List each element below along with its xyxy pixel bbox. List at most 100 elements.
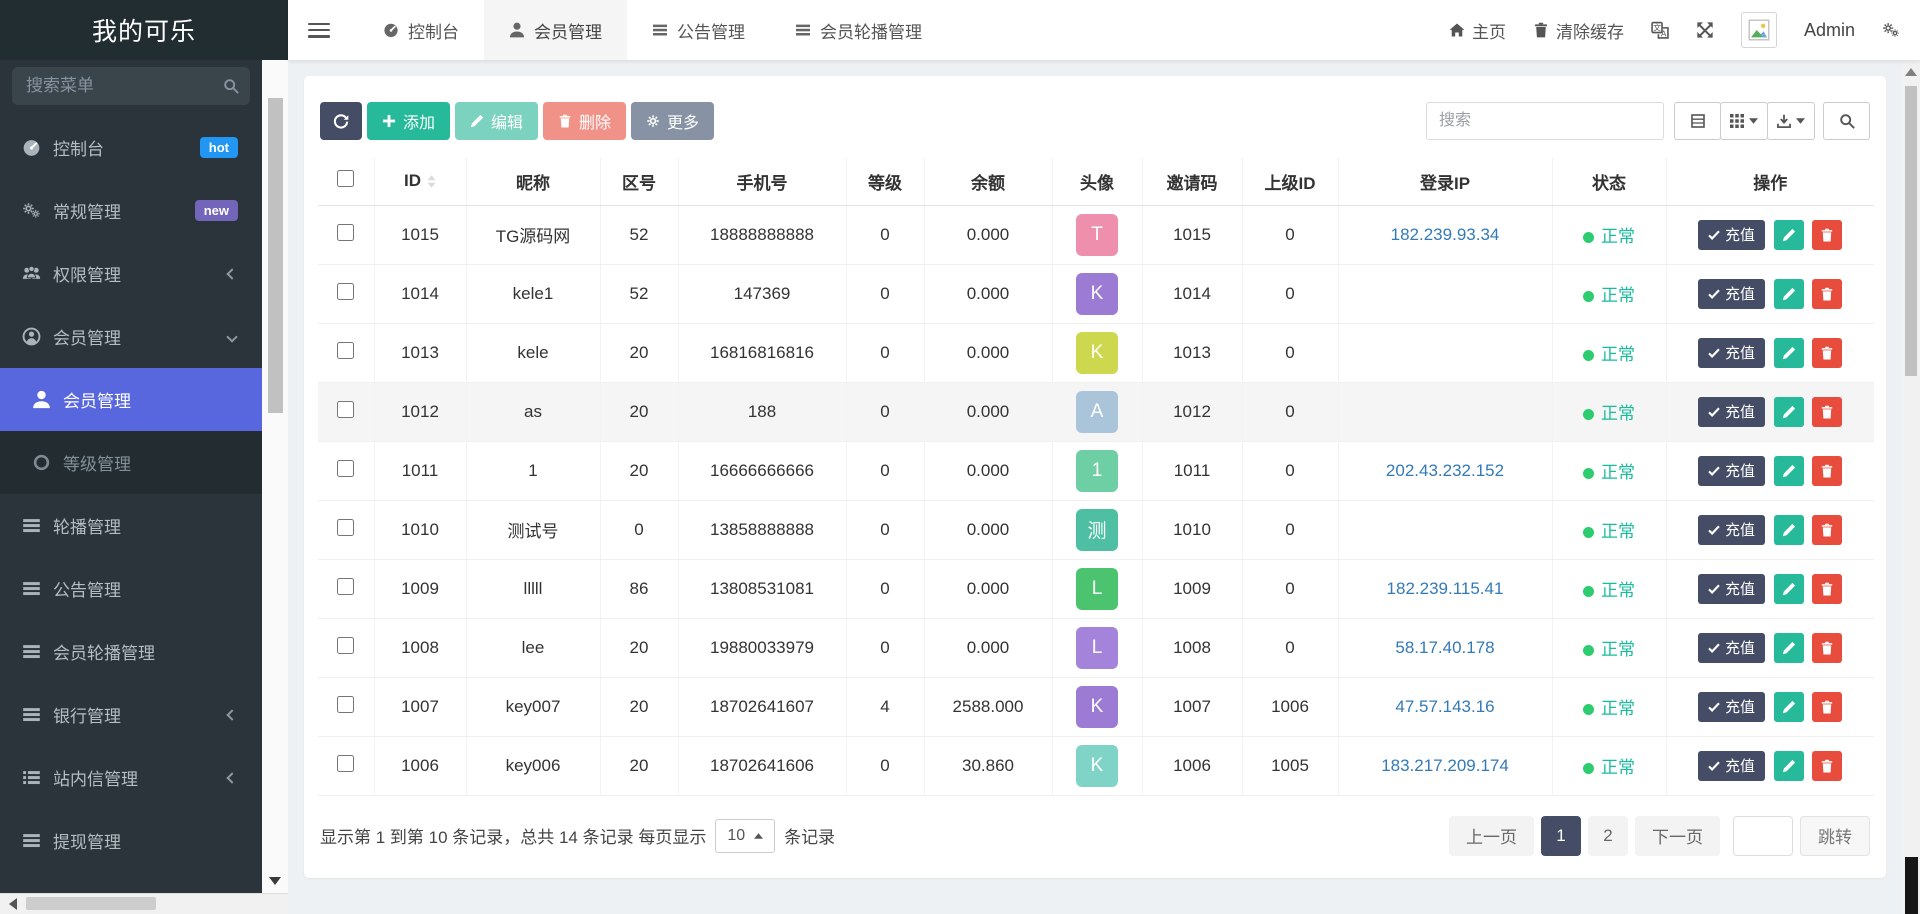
row-checkbox[interactable] (337, 755, 354, 772)
edit-button[interactable]: 编辑 (455, 102, 538, 140)
scroll-left-icon[interactable] (9, 898, 17, 910)
row-edit-button[interactable] (1774, 515, 1804, 545)
sidebar-item[interactable]: 会员管理 (0, 305, 262, 368)
recharge-button[interactable]: 充值 (1698, 338, 1765, 368)
search-button[interactable] (1823, 102, 1870, 140)
row-edit-button[interactable] (1774, 279, 1804, 309)
jump-button[interactable]: 跳转 (1800, 816, 1870, 856)
sidebar-item[interactable]: 站内信管理 (0, 746, 262, 809)
scroll-up-icon[interactable] (1905, 68, 1917, 76)
row-edit-button[interactable] (1774, 456, 1804, 486)
row-checkbox[interactable] (337, 401, 354, 418)
scrollbar-thumb[interactable] (268, 98, 283, 413)
recharge-button[interactable]: 充值 (1698, 751, 1765, 781)
table-search-input[interactable] (1426, 102, 1664, 140)
sidebar-scrollbar[interactable] (262, 60, 288, 893)
header-id[interactable]: ID (374, 158, 466, 205)
row-checkbox[interactable] (337, 224, 354, 241)
row-edit-button[interactable] (1774, 692, 1804, 722)
ip-link[interactable]: 182.239.115.41 (1387, 579, 1504, 598)
user-avatar[interactable] (1741, 12, 1777, 48)
recharge-button[interactable]: 充值 (1698, 515, 1765, 545)
row-delete-button[interactable] (1812, 633, 1842, 663)
recharge-button[interactable]: 充值 (1698, 633, 1765, 663)
sidebar-item[interactable]: 公告管理 (0, 557, 262, 620)
ip-link[interactable]: 47.57.143.16 (1395, 697, 1494, 716)
row-checkbox[interactable] (337, 578, 354, 595)
more-button[interactable]: 更多 (631, 102, 714, 140)
fullscreen-button[interactable] (1696, 21, 1714, 39)
export-button[interactable] (1767, 102, 1815, 140)
row-checkbox[interactable] (337, 283, 354, 300)
jump-page-input[interactable] (1733, 816, 1793, 856)
row-checkbox[interactable] (337, 460, 354, 477)
row-edit-button[interactable] (1774, 397, 1804, 427)
row-delete-button[interactable] (1812, 220, 1842, 250)
row-delete-button[interactable] (1812, 515, 1842, 545)
hscrollbar-thumb[interactable] (26, 897, 156, 910)
row-checkbox[interactable] (337, 519, 354, 536)
add-button[interactable]: 添加 (367, 102, 450, 140)
row-delete-button[interactable] (1812, 279, 1842, 309)
sidebar-item[interactable]: 提现管理 (0, 809, 262, 872)
sidebar-item[interactable]: 银行管理 (0, 683, 262, 746)
columns-button[interactable] (1720, 102, 1768, 140)
next-page-button[interactable]: 下一页 (1635, 816, 1720, 856)
sidebar-item[interactable]: 控制台 hot (0, 116, 262, 179)
select-all-checkbox[interactable] (337, 170, 354, 187)
recharge-button[interactable]: 充值 (1698, 456, 1765, 486)
sidebar-item[interactable]: 等级管理 (0, 431, 262, 494)
topbar-tab[interactable]: 公告管理 (627, 0, 770, 60)
row-delete-button[interactable] (1812, 397, 1842, 427)
recharge-button[interactable]: 充值 (1698, 279, 1765, 309)
row-delete-button[interactable] (1812, 456, 1842, 486)
page-button-1[interactable]: 1 (1541, 816, 1581, 856)
ip-link[interactable]: 182.239.93.34 (1391, 225, 1500, 244)
sidebar-search-input[interactable] (12, 67, 250, 105)
row-checkbox[interactable] (337, 342, 354, 359)
row-edit-button[interactable] (1774, 633, 1804, 663)
topbar-tab[interactable]: 控制台 (358, 0, 484, 60)
main-scrollbar-thumb[interactable] (1905, 86, 1917, 376)
row-delete-button[interactable] (1812, 338, 1842, 368)
ip-link[interactable]: 183.217.209.174 (1381, 756, 1509, 775)
sidebar-item[interactable]: 轮播管理 (0, 494, 262, 557)
sort-icon[interactable] (427, 175, 436, 188)
page-size-dropdown[interactable]: 10 (715, 819, 775, 853)
scroll-down-icon[interactable] (269, 877, 281, 885)
recharge-button[interactable]: 充值 (1698, 574, 1765, 604)
toggle-view-button[interactable] (1674, 102, 1721, 140)
topbar-tab[interactable]: 会员轮播管理 (770, 0, 947, 60)
row-edit-button[interactable] (1774, 338, 1804, 368)
page-button-2[interactable]: 2 (1588, 816, 1628, 856)
row-delete-button[interactable] (1812, 751, 1842, 781)
clear-cache-link[interactable]: 清除缓存 (1533, 18, 1624, 43)
row-edit-button[interactable] (1774, 751, 1804, 781)
home-link[interactable]: 主页 (1449, 18, 1506, 43)
sidebar-item[interactable]: 常规管理 new (0, 179, 262, 242)
row-checkbox[interactable] (337, 637, 354, 654)
ip-link[interactable]: 58.17.40.178 (1395, 638, 1494, 657)
row-checkbox[interactable] (337, 696, 354, 713)
prev-page-button[interactable]: 上一页 (1449, 816, 1534, 856)
ip-link[interactable]: 202.43.232.152 (1386, 461, 1504, 480)
settings-button[interactable] (1882, 21, 1900, 39)
sidebar-item[interactable]: 会员轮播管理 (0, 620, 262, 683)
language-button[interactable] (1651, 21, 1669, 39)
row-delete-button[interactable] (1812, 574, 1842, 604)
row-edit-button[interactable] (1774, 574, 1804, 604)
row-edit-button[interactable] (1774, 220, 1804, 250)
delete-button[interactable]: 删除 (543, 102, 626, 140)
recharge-button[interactable]: 充值 (1698, 220, 1765, 250)
sidebar-item[interactable]: 会员管理 (0, 368, 262, 431)
menu-toggle-icon[interactable] (308, 23, 330, 38)
topbar-tab[interactable]: 会员管理 (484, 0, 627, 60)
sidebar-item[interactable]: 权限管理 (0, 242, 262, 305)
admin-username[interactable]: Admin (1804, 20, 1855, 41)
refresh-button[interactable] (320, 102, 362, 140)
sidebar-hscrollbar[interactable] (0, 893, 288, 914)
row-delete-button[interactable] (1812, 692, 1842, 722)
recharge-button[interactable]: 充值 (1698, 692, 1765, 722)
recharge-button[interactable]: 充值 (1698, 397, 1765, 427)
main-scrollbar[interactable] (1902, 60, 1920, 914)
